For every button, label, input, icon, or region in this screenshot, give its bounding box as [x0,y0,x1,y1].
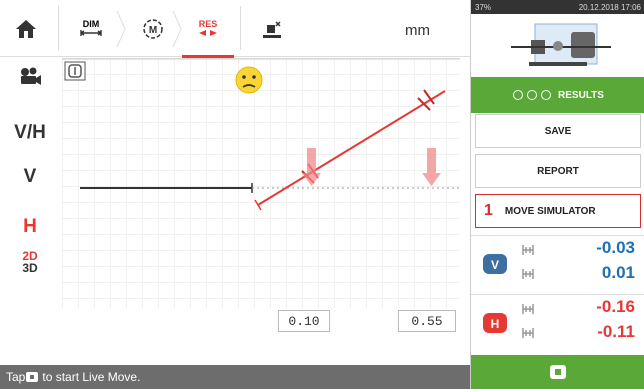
results-tab-button[interactable]: RES [182,0,234,57]
live-move-button[interactable] [471,355,644,389]
live-move-icon [26,372,39,382]
v-view-button[interactable]: V [0,157,60,197]
right-panel: 37% 20.12.2018 17:06 RESULTS SAVE REPORT… [470,0,644,389]
front-foot-value: 0.10 [278,310,330,332]
foot-values-row: 0.10 0.55 [62,310,460,334]
chevron-separator-icon [116,10,126,48]
live-move-icon [550,365,566,379]
chevron-separator-icon [172,10,182,48]
move-simulator-label: MOVE SIMULATOR [504,205,596,217]
svg-text:M: M [149,25,157,36]
device-status-bar: 37% 20.12.2018 17:06 [471,0,644,14]
vertical-offset-value: 0.01 [601,263,635,282]
results-header[interactable]: RESULTS [471,77,644,113]
sidebar: V/H V H 2D 3D [0,57,60,365]
res-label: RES [198,19,218,29]
2d-3d-toggle[interactable]: 2D 3D [0,245,60,279]
unit-label: mm [405,22,430,39]
status-bar: Tap to start Live Move. [0,365,470,389]
home-button[interactable] [8,0,44,57]
vh-view-button[interactable]: V/H [0,113,60,153]
move-simulator-button[interactable]: 1 MOVE SIMULATOR [475,194,641,228]
sad-face-icon [235,66,263,94]
offset-icon [522,328,534,338]
dimension-arrow-icon [80,30,102,36]
vertical-coupling-icon: V [483,254,507,274]
alignment-plot [62,58,460,308]
svg-text:V: V [491,258,499,272]
horizontal-offset-value: -0.11 [597,322,635,341]
status-text-pre: Tap [6,370,26,384]
battery-level: 37% [475,2,492,12]
angularity-icon [522,304,534,314]
result-modes-icon [513,90,552,100]
home-icon [16,19,36,38]
toolbar: DIM M RES mm [0,0,470,58]
h-view-button[interactable]: H [0,207,60,247]
vertical-angularity-value: -0.03 [596,238,635,257]
results-label: RESULTS [558,89,604,101]
move-machine-icon [263,20,281,38]
machine-train-icon [511,23,611,66]
coupling-icon [64,61,86,81]
results-arrows-icon [199,30,217,36]
device-datetime: 20.12.2018 17:06 [578,2,641,12]
report-button[interactable]: REPORT [475,154,641,188]
move-button[interactable] [252,0,292,57]
camera-icon [21,67,41,85]
dim-label: DIM [82,19,100,29]
horizontal-results: H -0.16 -0.11 [471,294,644,352]
camera-view-button[interactable] [0,57,60,95]
plot-grid [62,58,460,308]
svg-text:H: H [491,317,500,331]
horizontal-coupling-icon: H [483,313,507,333]
measure-button[interactable]: M [128,0,178,57]
dim-button[interactable]: DIM [66,0,116,57]
status-text-post: to start Live Move. [42,370,141,384]
horizontal-angularity-value: -0.16 [596,297,635,316]
save-button[interactable]: SAVE [475,114,641,148]
vertical-results: V -0.03 0.01 [471,235,644,293]
offset-icon [522,269,534,279]
3d-label: 3D [22,261,38,275]
move-simulator-number: 1 [484,202,493,219]
back-foot-value: 0.55 [398,310,456,332]
machine-train-thumbnail[interactable] [471,14,644,76]
angularity-icon [522,245,534,255]
measure-icon: M [143,18,163,39]
